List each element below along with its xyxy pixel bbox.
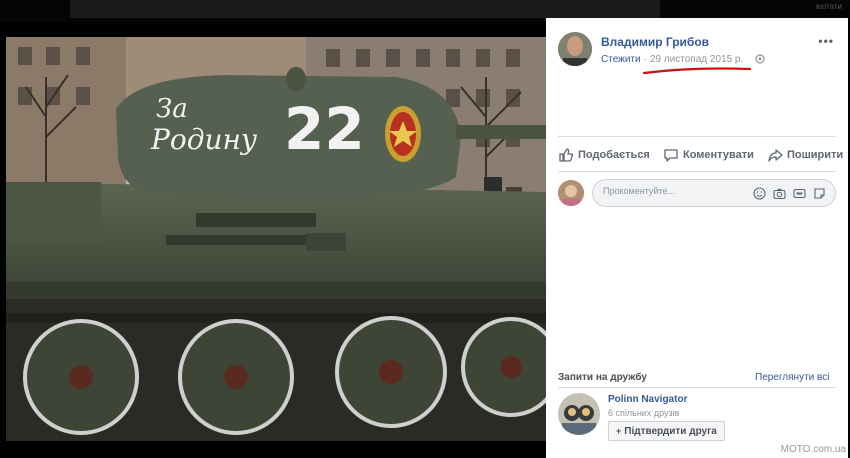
comment-button[interactable]: Коментувати	[663, 145, 754, 165]
friend-request-avatar[interactable]	[558, 393, 600, 435]
divider-friends	[558, 387, 836, 388]
divider-actions	[558, 171, 836, 172]
more-options-icon[interactable]: •••	[818, 34, 834, 48]
follow-link[interactable]: Стежити	[601, 54, 641, 65]
post-side-panel: Владимир Грибов Стежити · 29 листопад 2015…	[546, 18, 848, 458]
friend-avatar-image	[558, 393, 600, 435]
divider-top	[558, 136, 836, 137]
share-button[interactable]: Поширити	[767, 145, 843, 165]
commenter-avatar	[558, 180, 584, 206]
top-strip	[70, 0, 660, 18]
tank-photo: За Родину 22	[6, 37, 546, 441]
red-underline-mark	[642, 67, 752, 75]
share-icon	[768, 149, 783, 162]
sticker-icon[interactable]	[813, 187, 826, 200]
mutual-friends-count[interactable]: 6 спільних друзів	[608, 408, 679, 418]
globe-icon	[755, 54, 765, 64]
confirm-friend-button[interactable]: + Підтвердити друга	[608, 421, 725, 441]
camera-icon[interactable]	[773, 187, 786, 200]
add-friend-icon: +	[616, 426, 622, 436]
topbar-corner-text: вхітати	[815, 2, 842, 11]
tank-number: 22	[284, 95, 365, 163]
comment-icon	[664, 149, 678, 162]
thumbs-up-icon	[559, 148, 574, 162]
tank-text-line1: За	[156, 94, 188, 124]
see-all-link[interactable]: Переглянути всі	[755, 372, 829, 383]
post-photo[interactable]: За Родину 22	[6, 37, 546, 441]
comment-input[interactable]	[603, 186, 743, 196]
friend-requests-title: Запити на дружбу	[558, 372, 647, 383]
tank-text-line2: Родину	[150, 123, 258, 156]
share-label: Поширити	[787, 149, 844, 161]
author-avatar[interactable]	[558, 32, 592, 66]
like-label: Подобається	[578, 149, 650, 161]
gif-icon[interactable]	[793, 187, 806, 200]
post-actions: Подобається Коментувати Поширити	[558, 145, 848, 165]
author-avatar-image	[558, 32, 592, 66]
confirm-friend-label: Підтвердити друга	[624, 425, 717, 437]
friend-request-name[interactable]: Polinn Navigator	[608, 394, 687, 405]
comment-label: Коментувати	[683, 149, 754, 161]
watermark: MOTO.com.ua	[780, 444, 846, 455]
commenter-avatar-image	[558, 180, 584, 206]
like-button[interactable]: Подобається	[558, 145, 650, 165]
author-name[interactable]: Владимир Грибов	[601, 35, 709, 49]
emoji-icon[interactable]	[753, 187, 766, 200]
comment-input-box[interactable]	[592, 179, 836, 207]
